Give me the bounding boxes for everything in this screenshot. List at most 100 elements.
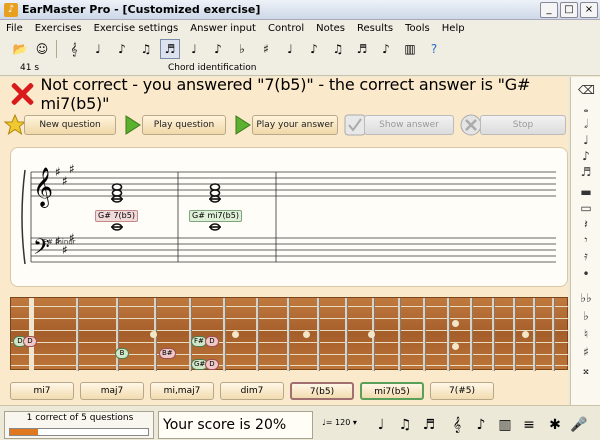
stop-icon: [460, 114, 482, 136]
melody-dictation-icon[interactable]: ♪: [376, 39, 396, 59]
rhythm-icon[interactable]: ♩: [280, 39, 300, 59]
music-staff-panel: 𝄞 𝄢 ♯ ♯ ♯ ♯ ♯ ♯ F# minor G# 7(b5) G# mi7(b5): [10, 147, 568, 287]
svg-text:♯: ♯: [69, 162, 75, 176]
guitar-icon[interactable]: ♪: [470, 414, 492, 436]
chord-inversion-icon[interactable]: ♩: [184, 39, 204, 59]
half-note-icon[interactable]: 𝅗𝅥: [578, 117, 594, 131]
menu-exercises[interactable]: Exercises: [35, 23, 82, 34]
scale-icon[interactable]: ♭: [232, 39, 252, 59]
quarter-note-icon[interactable]: ♩: [578, 133, 594, 147]
whole-rest-icon[interactable]: ▬: [578, 185, 594, 199]
key-signature-label: F# minor: [43, 238, 76, 246]
chord-identification-icon[interactable]: ♬: [160, 39, 180, 59]
help-icon[interactable]: ?: [424, 39, 444, 59]
incorrect-x-icon: [10, 82, 32, 106]
fret: [345, 298, 347, 371]
melody-icon[interactable]: ♬: [352, 39, 372, 59]
menu-results[interactable]: Results: [357, 23, 393, 34]
guitar-fretboard[interactable]: D D B B# F# D G# D: [10, 297, 569, 371]
exercise-area: Not correct - you answered "7(b5)" - the…: [0, 75, 569, 405]
violin-icon[interactable]: 𝄞: [446, 414, 468, 436]
answer-dim7-button[interactable]: dim7: [220, 382, 284, 400]
tempo-display[interactable]: ♩= 120 ▾: [322, 418, 357, 427]
menu-answer-input[interactable]: Answer input: [190, 23, 256, 34]
fretboard-note: B#: [159, 348, 176, 359]
fretboard-nut: [29, 298, 34, 371]
menu-notes[interactable]: Notes: [316, 23, 345, 34]
answer-maj7-button[interactable]: maj7: [80, 382, 144, 400]
svg-text:♯: ♯: [62, 174, 68, 188]
mode-icon[interactable]: ♯: [256, 39, 276, 59]
eighth-rest-icon[interactable]: 𝄾: [578, 233, 594, 247]
sixteenth-note-icon[interactable]: ♬: [578, 165, 594, 179]
guitar-string: [11, 318, 569, 319]
wrong-chord-label: G# 7(b5): [95, 210, 138, 222]
fret: [533, 298, 535, 371]
fret: [470, 298, 472, 371]
fret: [223, 298, 225, 371]
answer-mi7-button[interactable]: mi7: [10, 382, 74, 400]
cursor-icon[interactable]: ⌫: [578, 83, 595, 97]
sharp-icon[interactable]: ♯: [578, 345, 594, 359]
show-answer-button[interactable]: Show answer: [364, 115, 454, 135]
dot-icon[interactable]: •: [578, 267, 594, 281]
menu-tools[interactable]: Tools: [405, 23, 430, 34]
answer-mimaj7-button[interactable]: mi,maj7: [150, 382, 214, 400]
rhythm-imitation-icon[interactable]: ♪: [304, 39, 324, 59]
interval-icon[interactable]: 𝄞: [64, 39, 84, 59]
rhythm-dictation-icon[interactable]: ♫: [328, 39, 348, 59]
piano-icon[interactable]: ▥: [494, 414, 516, 436]
menu-exercise-settings[interactable]: Exercise settings: [94, 23, 179, 34]
menu-help[interactable]: Help: [442, 23, 465, 34]
pitch-icon[interactable]: ▥: [400, 39, 420, 59]
answer-mi7b5-button[interactable]: mi7(b5): [360, 382, 424, 400]
microphone-icon[interactable]: 🎤: [568, 414, 590, 436]
play-question-button[interactable]: Play question: [142, 115, 226, 135]
quarter-rest-icon[interactable]: 𝄽: [578, 217, 594, 231]
close-button[interactable]: ×: [580, 1, 598, 18]
ear-training-person-icon[interactable]: ♫: [136, 39, 156, 59]
menu-control[interactable]: Control: [268, 23, 304, 34]
fret: [398, 298, 400, 371]
sixteenth-rest-icon[interactable]: 𝄿: [578, 249, 594, 263]
status-bar: 1 correct of 5 questions Your score is 2…: [0, 405, 600, 440]
fret-inlay: [452, 320, 459, 327]
natural-icon[interactable]: ♮: [578, 327, 594, 341]
guitar-string: [11, 306, 569, 307]
tempo-value: = 120: [325, 418, 351, 427]
maximize-button[interactable]: □: [560, 1, 578, 18]
fretboard-note: D: [205, 336, 219, 347]
play-icon: [235, 115, 251, 135]
interval-sing-icon[interactable]: ♪: [112, 39, 132, 59]
whole-note-icon[interactable]: 𝅝: [578, 101, 594, 115]
double-sharp-icon[interactable]: 𝄪: [578, 363, 594, 377]
palette-icon[interactable]: ✱: [544, 414, 566, 436]
open-folder-icon[interactable]: 📂: [10, 39, 30, 59]
fret: [492, 298, 494, 371]
teacher-face-icon[interactable]: ☺: [32, 39, 52, 59]
minimize-button[interactable]: _: [540, 1, 558, 18]
answer-7sharp5-button[interactable]: 7(#5): [430, 382, 494, 400]
menu-file[interactable]: File: [6, 23, 23, 34]
svg-text:♯: ♯: [55, 165, 61, 179]
stop-button[interactable]: Stop: [480, 115, 566, 135]
star-icon: [4, 114, 26, 136]
quarter-note-length-icon[interactable]: ♩: [372, 414, 390, 436]
play-your-answer-button[interactable]: Play your answer: [252, 115, 338, 135]
eighth-note-icon[interactable]: ♪: [578, 149, 594, 163]
answer-7b5-button[interactable]: 7(b5): [290, 382, 354, 400]
interval-compare-icon[interactable]: ♩: [88, 39, 108, 59]
fretboard-note: B: [115, 348, 129, 359]
eighth-notes-icon[interactable]: ♫: [394, 414, 416, 436]
half-rest-icon[interactable]: ▭: [578, 201, 594, 215]
fretboard-icon[interactable]: ≡: [518, 414, 540, 436]
window-title: EarMaster Pro - [Customized exercise]: [22, 3, 261, 16]
guitar-string: [11, 330, 569, 331]
sixteenth-notes-icon[interactable]: ♬: [418, 414, 440, 436]
correct-chord-label: G# mi7(b5): [189, 210, 242, 222]
new-question-button[interactable]: New question: [24, 115, 116, 135]
fret-inlay: [232, 331, 239, 338]
chord-progression-icon[interactable]: ♪: [208, 39, 228, 59]
double-flat-icon[interactable]: ♭♭: [578, 291, 594, 305]
flat-icon[interactable]: ♭: [578, 309, 594, 323]
